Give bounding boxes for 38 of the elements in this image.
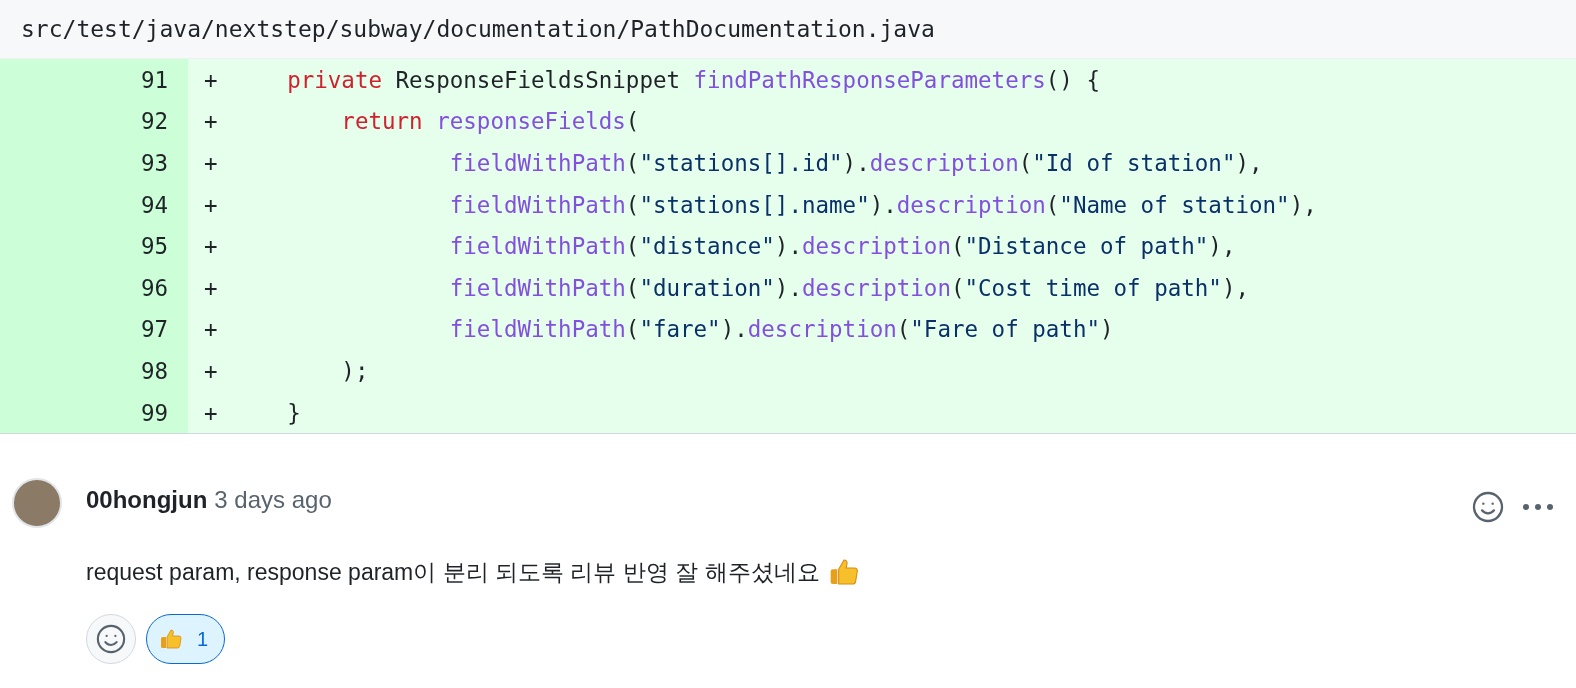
diff-sign: + xyxy=(203,66,219,93)
diff-sign: + xyxy=(203,399,219,426)
avatar[interactable] xyxy=(12,478,62,529)
file-path: src/test/java/nextstep/subway/documentation/PathDocumentation.java xyxy=(21,16,935,42)
code-line: fieldWithPath("distance").description("Distance of path"), xyxy=(448,233,1236,260)
code-line: private ResponseFieldsSnippet findPathResponseParameters() { xyxy=(286,66,1100,93)
line-number: 99 xyxy=(0,391,188,434)
code-line: fieldWithPath("fare").description("Fare of path") xyxy=(448,316,1114,343)
diff-sign: + xyxy=(203,357,219,384)
line-number: 95 xyxy=(0,225,188,267)
code-line: } xyxy=(286,399,301,426)
add-reaction-button[interactable] xyxy=(86,614,136,665)
comment-text: request param, response param이 분리 되도록 리뷰 반영 잘 해주셨네요 xyxy=(86,557,820,587)
reaction-button[interactable]: 1 xyxy=(146,614,226,665)
line-number: 98 xyxy=(0,350,188,392)
line-number: 93 xyxy=(0,142,188,184)
diff-sign: + xyxy=(203,108,219,135)
more-options-icon[interactable] xyxy=(1522,503,1554,512)
diff-sign: + xyxy=(203,233,219,260)
line-number: 97 xyxy=(0,308,188,351)
comment-author[interactable]: 00hongjun xyxy=(86,486,208,515)
code-line: fieldWithPath("stations[].id").description("Id of station"), xyxy=(448,150,1263,176)
add-reaction-icon[interactable] xyxy=(1472,491,1504,524)
diff-sign: + xyxy=(203,150,219,176)
comment-time[interactable]: 3 days ago xyxy=(214,486,332,515)
code-line: fieldWithPath("duration").description("Cost time of path"), xyxy=(448,274,1249,301)
diff-sign: + xyxy=(203,191,219,218)
diff-sign: + xyxy=(203,316,219,343)
thumbs-up-icon xyxy=(159,627,183,652)
code-line: ); xyxy=(340,357,369,384)
line-number: 91 xyxy=(0,59,188,101)
diff-sign: + xyxy=(203,274,219,301)
line-number: 94 xyxy=(0,183,188,226)
smiley-icon[interactable] xyxy=(96,624,126,655)
code-line: return responseFields( xyxy=(340,108,640,135)
line-number: 96 xyxy=(0,266,188,309)
code-line: fieldWithPath("stations[].name").description("Name of station"), xyxy=(448,191,1317,218)
line-number: 92 xyxy=(0,100,188,143)
